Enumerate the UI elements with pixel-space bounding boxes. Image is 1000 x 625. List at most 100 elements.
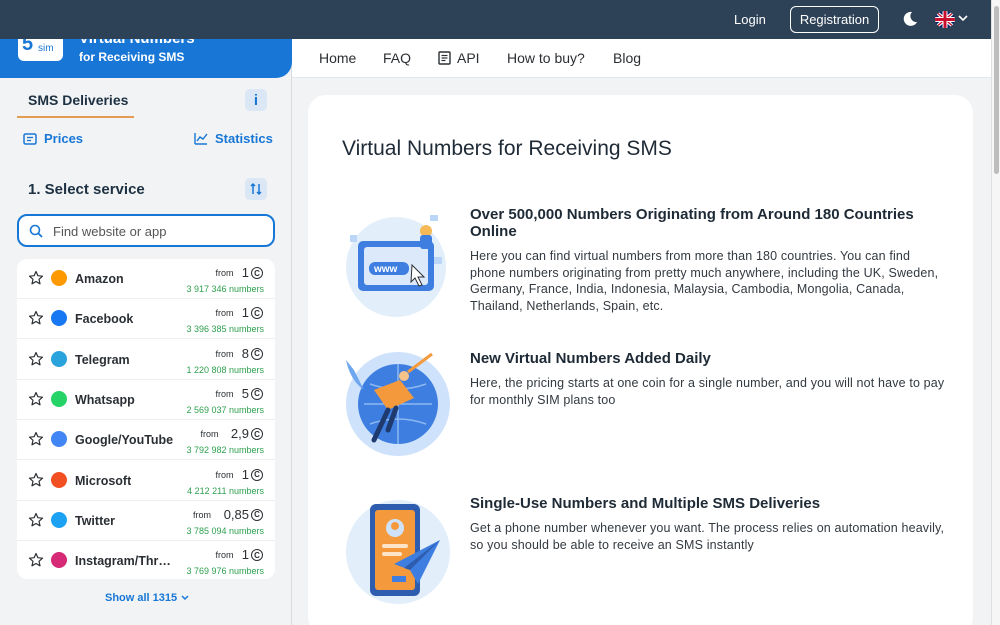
service-logo-icon xyxy=(51,270,67,286)
select-service-title: 1. Select service xyxy=(28,181,145,198)
service-name: Facebook xyxy=(75,312,134,327)
language-chevron-down-icon[interactable] xyxy=(958,13,968,23)
nav-blog[interactable]: Blog xyxy=(613,50,641,66)
service-name: Google/YouTube xyxy=(75,433,174,448)
service-logo-icon xyxy=(51,511,67,528)
nav-api[interactable]: API xyxy=(438,50,480,66)
available-count: 3 396 385 numbers xyxy=(186,324,264,335)
favorite-star-icon[interactable] xyxy=(28,310,44,326)
statistics-link[interactable]: Statistics xyxy=(194,131,273,146)
scrollbar-thumb[interactable] xyxy=(994,6,999,174)
service-logo-icon xyxy=(51,350,67,367)
active-tab-indicator xyxy=(17,116,134,118)
service-row[interactable]: Microsoft from 1 C 4 212 211 numbers xyxy=(17,461,275,501)
sort-icon xyxy=(250,182,262,196)
statistics-icon xyxy=(194,133,208,145)
service-logo-icon xyxy=(51,431,67,448)
service-row[interactable]: Facebook from 1 C 3 396 385 numbers xyxy=(17,299,275,340)
available-count: 1 220 808 numbers xyxy=(186,364,264,375)
coin-icon: C xyxy=(251,468,263,481)
login-link[interactable]: Login xyxy=(734,12,766,27)
dark-mode-moon-icon[interactable] xyxy=(902,11,918,27)
favorite-star-icon[interactable] xyxy=(28,270,44,286)
service-name: Instagram/Threads xyxy=(75,554,175,569)
favorite-star-icon[interactable] xyxy=(28,552,44,568)
service-logo-icon xyxy=(51,552,67,569)
available-count: 3 917 346 numbers xyxy=(186,284,264,294)
available-count: 3 785 094 numbers xyxy=(186,525,264,536)
favorite-star-icon[interactable] xyxy=(28,472,44,488)
logo-text: sim xyxy=(38,43,54,54)
feature-heading: New Virtual Numbers Added Daily xyxy=(470,350,711,367)
favorite-star-icon[interactable] xyxy=(28,351,44,367)
price-from-label: from xyxy=(215,268,234,278)
search-icon xyxy=(29,224,43,238)
top-bar: Login Registration xyxy=(0,0,991,39)
price-from-label: from xyxy=(200,429,219,440)
show-all-link[interactable]: Show all 1315 xyxy=(105,592,189,604)
illustration-www-text: www xyxy=(373,264,398,275)
service-price: 0,85 xyxy=(223,506,249,522)
available-count: 3 792 982 numbers xyxy=(186,445,264,456)
feature-text: Here, the pricing starts at one coin for… xyxy=(470,376,945,407)
info-button[interactable]: i xyxy=(245,89,267,111)
available-count: 4 212 211 numbers xyxy=(187,485,264,496)
favorite-star-icon[interactable] xyxy=(28,431,44,447)
price-from-label: from xyxy=(215,308,234,319)
coin-icon: C xyxy=(251,307,263,320)
rocket-person-illustration-icon xyxy=(346,352,450,456)
page-scrollbar[interactable] xyxy=(991,0,1000,625)
service-logo-icon xyxy=(51,390,67,407)
phone-send-illustration-icon xyxy=(346,500,450,604)
price-from-label: from xyxy=(215,469,234,480)
service-row[interactable]: Instagram/Threads from 1C 3 769 976 numbers xyxy=(17,541,275,579)
service-price: 1 xyxy=(241,265,249,280)
prices-label: Prices xyxy=(44,131,84,146)
price-list-icon xyxy=(23,132,37,145)
coin-icon: C xyxy=(251,549,263,562)
nav-api-label: API xyxy=(457,50,480,66)
show-all-label: Show all 1315 xyxy=(105,592,178,604)
coin-icon: C xyxy=(251,347,263,360)
brand-subtitle: for Receiving SMS xyxy=(79,50,185,64)
service-logo-icon xyxy=(51,471,67,488)
service-name: Microsoft xyxy=(75,473,132,488)
sidebar: 5 sim Virtual Numbers for Receiving SMS … xyxy=(0,0,292,625)
document-icon xyxy=(438,51,451,65)
service-row[interactable]: Whatsapp from 5 C 2 569 037 numbers xyxy=(17,380,275,420)
service-price: 2,9 xyxy=(230,426,249,442)
feature-text: Get a phone number whenever you want. Th… xyxy=(470,521,945,552)
nav-home[interactable]: Home xyxy=(319,50,356,66)
service-row[interactable]: Twitter from 0,85 C 3 785 094 numbers xyxy=(17,501,275,541)
search-input[interactable] xyxy=(53,222,263,240)
feature-text: Here you can find virtual numbers from m… xyxy=(470,249,939,313)
page-title: Virtual Numbers for Receiving SMS xyxy=(342,137,672,160)
service-price: 1 xyxy=(241,547,249,563)
search-box[interactable] xyxy=(17,214,275,247)
service-price: 8 xyxy=(241,345,249,361)
coin-icon: C xyxy=(251,267,263,279)
service-name: Twitter xyxy=(75,513,116,528)
registration-button[interactable]: Registration xyxy=(790,6,879,33)
sort-button[interactable] xyxy=(245,178,267,200)
uk-flag-icon[interactable] xyxy=(935,11,955,28)
chevron-down-icon xyxy=(181,595,189,601)
tab-sms-deliveries[interactable]: SMS Deliveries xyxy=(28,92,128,108)
nav-faq[interactable]: FAQ xyxy=(383,50,411,66)
service-list: Amazon from 1 C 3 917 346 numbers Facebook fro… xyxy=(17,259,275,579)
website-illustration-icon: www xyxy=(346,215,446,317)
coin-icon: C xyxy=(251,387,263,400)
service-row[interactable]: Telegram from 8 C 1 220 808 numbers xyxy=(17,340,275,380)
nav-how-to-buy[interactable]: How to buy? xyxy=(507,50,585,66)
favorite-star-icon[interactable] xyxy=(28,512,44,528)
favorite-star-icon[interactable] xyxy=(28,391,44,407)
price-from-label: from xyxy=(215,388,234,399)
prices-link[interactable]: Prices xyxy=(23,131,83,146)
coin-icon: C xyxy=(251,428,263,441)
main-content-card: Virtual Numbers for Receiving SMS www Ov… xyxy=(308,95,973,625)
feature-heading: Over 500,000 Numbers Originating from Ar… xyxy=(470,206,914,240)
service-row[interactable]: Google/YouTube from 2,9 C 3 792 982 numbers xyxy=(17,420,275,461)
service-logo-icon xyxy=(51,310,67,327)
service-row[interactable]: Amazon from 1 C 3 917 346 numbers xyxy=(17,259,275,299)
service-name: Telegram xyxy=(75,352,130,367)
